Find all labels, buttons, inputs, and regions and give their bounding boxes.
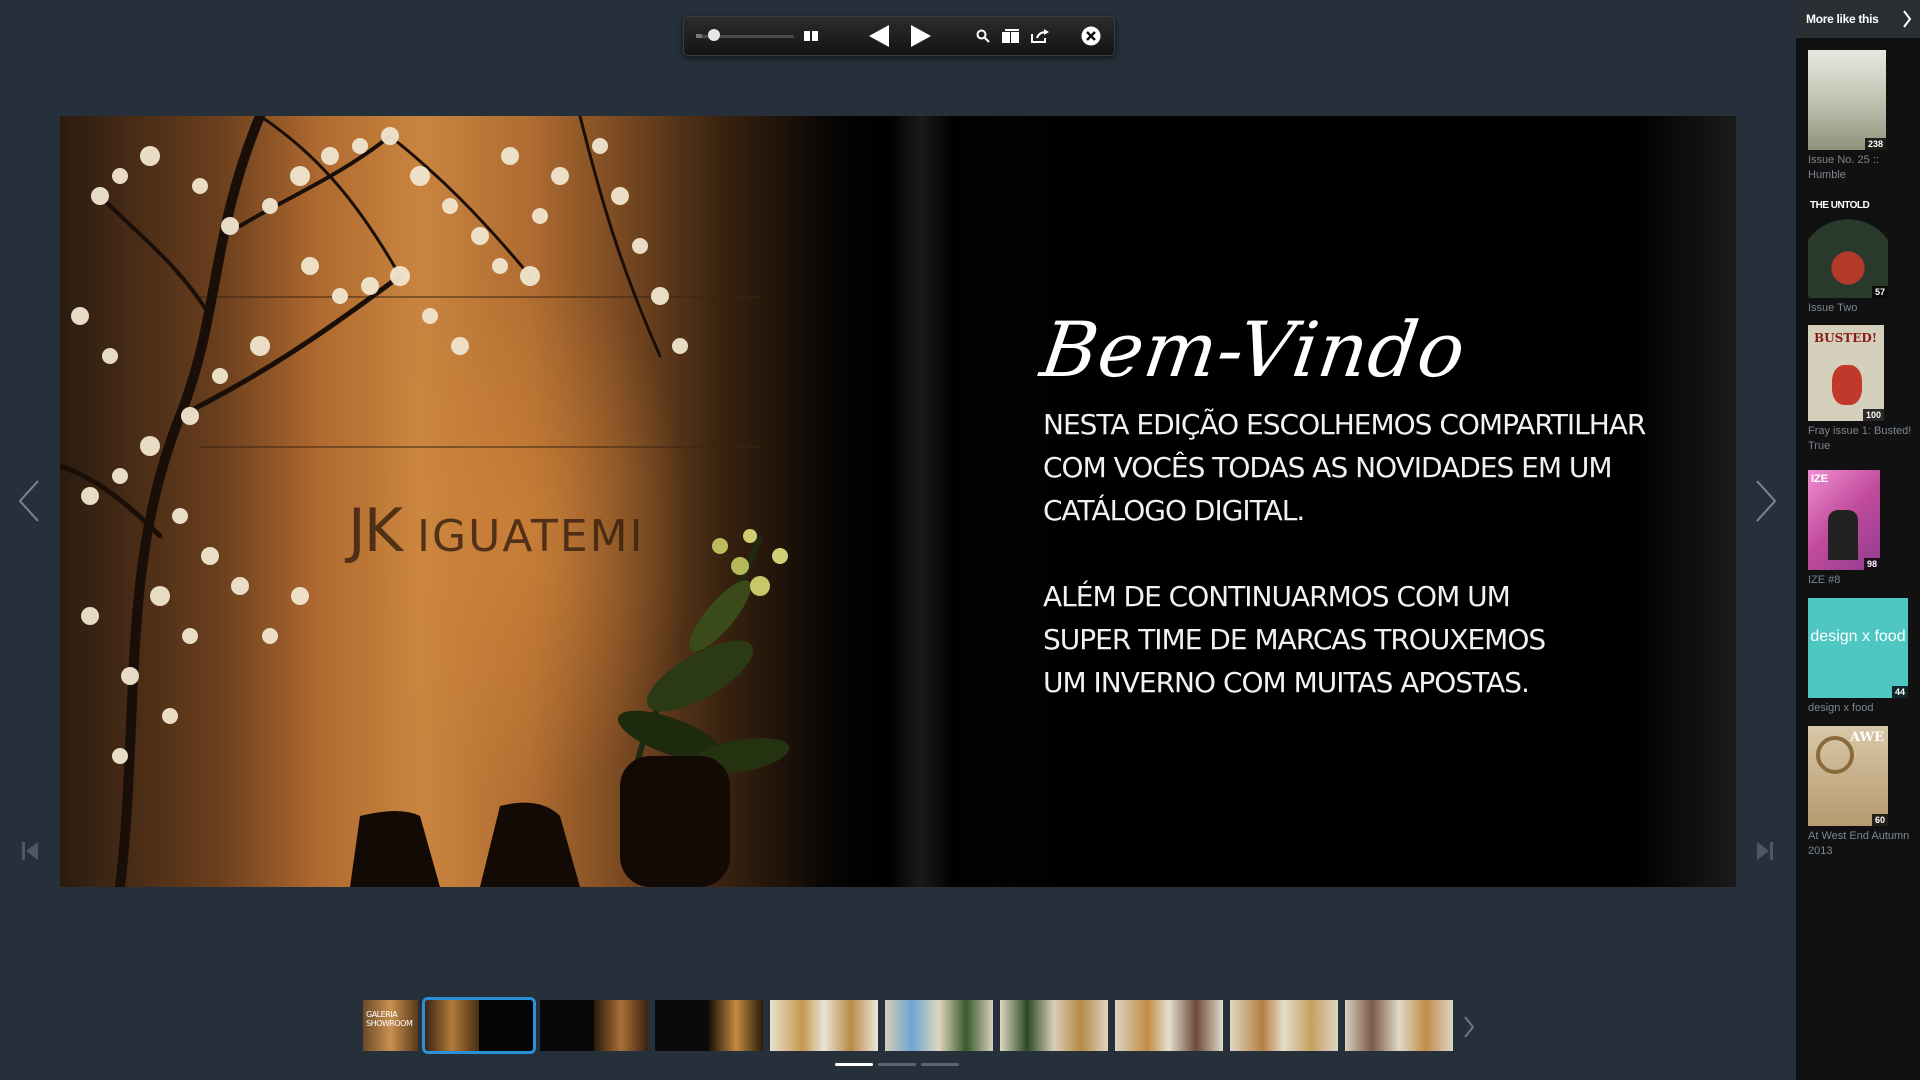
recommendation-item[interactable]: BUSTED! 100 Fray issue 1: Busted! True — [1808, 325, 1912, 454]
more-like-this-title: More like this — [1806, 12, 1879, 26]
thumbnail-page — [655, 1000, 709, 1051]
pagination-dot[interactable] — [921, 1063, 959, 1066]
recommendation-cover: 238 — [1808, 50, 1886, 150]
recommendation-cover: BUSTED! 100 — [1808, 325, 1884, 421]
next-page-icon — [911, 25, 931, 47]
previous-page-button[interactable] — [864, 17, 894, 55]
search-icon — [976, 29, 990, 43]
intro-line: CATÁLOGO DIGITAL. — [1043, 494, 1305, 527]
recommendation-title: IZE #8 — [1808, 574, 1841, 586]
recommendation-cover-art — [1832, 365, 1862, 405]
first-page-icon[interactable] — [22, 842, 38, 860]
thumbnail-spread[interactable] — [655, 1000, 763, 1051]
thumbnail-spread[interactable] — [540, 1000, 648, 1051]
recommendation-page-count: 98 — [1863, 558, 1880, 570]
zoom-slider-handle[interactable] — [708, 29, 720, 41]
grid-icon — [804, 31, 818, 41]
pages-overview-button[interactable] — [999, 17, 1023, 55]
recommendation-cover-art — [1828, 510, 1858, 560]
second-line: UM INVERNO COM MUITAS APOSTAS. — [1043, 666, 1530, 699]
thumbnail-page — [425, 1000, 479, 1051]
grid-view-button[interactable] — [799, 17, 823, 55]
recommendation-page-count: 238 — [1864, 138, 1886, 150]
thumbnail-current-spread[interactable] — [422, 997, 536, 1054]
welcome-headline: Bem-Vindo — [1035, 305, 1472, 394]
recommendation-cover-art — [1816, 736, 1854, 774]
recommendation-page-count: 57 — [1871, 286, 1888, 298]
intro-paragraph: NESTA EDIÇÃO ESCOLHEMOS COMPARTILHAR COM… — [1043, 403, 1663, 532]
recommendation-page-count: 100 — [1862, 409, 1884, 421]
thumbnail-spread[interactable] — [770, 1000, 878, 1051]
thumbnail-spread[interactable] — [1115, 1000, 1223, 1051]
close-button[interactable] — [1079, 17, 1103, 55]
share-button[interactable] — [1028, 17, 1052, 55]
recommendation-title: At West End Autumn 2013 — [1808, 830, 1910, 857]
thumbnail-pagination — [835, 1063, 959, 1066]
share-icon — [1031, 29, 1049, 43]
thumbnail-cover-label: GALERIA SHOWROOM — [366, 1010, 413, 1028]
second-line: ALÉM DE CONTINUARMOS COM UM — [1043, 580, 1511, 613]
recommendation-cover: THE UNTOLD 57 — [1808, 198, 1888, 298]
recommendation-item[interactable]: 238 Issue No. 25 :: Humble — [1808, 50, 1912, 183]
recommendation-title: Fray issue 1: Busted! True — [1808, 425, 1912, 452]
recommendation-item[interactable]: AWE 60 At West End Autumn 2013 — [1808, 726, 1912, 859]
more-like-this-sidebar: More like this 238 Issue No. 25 :: Humbl… — [1796, 0, 1920, 1080]
recommendation-item[interactable]: THE UNTOLD 57 Issue Two — [1808, 198, 1912, 316]
recommendation-title: Issue Two — [1808, 302, 1858, 314]
page-gutter-shadow — [800, 116, 1020, 887]
thumbnail-page — [540, 1000, 594, 1051]
thumbnail-page — [709, 1000, 763, 1051]
search-button[interactable] — [972, 17, 994, 55]
recommendation-cover: IZE 98 — [1808, 470, 1880, 570]
pagination-dot[interactable] — [878, 1063, 916, 1066]
last-page-icon[interactable] — [1757, 842, 1773, 860]
reader-toolbar — [683, 16, 1115, 56]
recommendation-page-count: 44 — [1891, 686, 1908, 698]
recommendation-cover: design x food 44 — [1808, 598, 1908, 698]
more-like-this-header[interactable]: More like this — [1796, 0, 1920, 38]
recommendation-cover-text: AWE — [1850, 730, 1884, 745]
close-icon — [1081, 26, 1101, 46]
left-page-photo: JK IGUATEMI — [60, 116, 898, 887]
chevron-right-icon — [1903, 10, 1912, 28]
thumbnails-next-icon[interactable] — [1463, 1016, 1475, 1038]
previous-spread-arrow-icon[interactable] — [18, 480, 40, 522]
intro-line: COM VOCÊS TODAS AS NOVIDADES EM UM — [1043, 451, 1613, 484]
recommendation-title: design x food — [1808, 702, 1874, 714]
recommendation-page-count: 60 — [1871, 814, 1888, 826]
thumbnail-spread[interactable] — [1345, 1000, 1453, 1051]
thumbnail-spread[interactable] — [1000, 1000, 1108, 1051]
recommendation-cover-text: BUSTED! — [1814, 331, 1878, 345]
pages-icon — [1002, 29, 1019, 43]
thumbnail-cover[interactable]: GALERIA SHOWROOM — [363, 1000, 418, 1051]
recommendation-cover-text: design x food — [1810, 628, 1906, 645]
recommendation-cover-text: THE UNTOLD — [1810, 200, 1870, 211]
prev-page-icon — [869, 25, 889, 47]
thumbnail-page — [479, 1000, 533, 1051]
recommendation-item[interactable]: IZE 98 IZE #8 — [1808, 470, 1912, 588]
recommendation-title: Issue No. 25 :: Humble — [1808, 154, 1879, 181]
second-line: SUPER TIME DE MARCAS TROUXEMOS — [1043, 623, 1546, 656]
second-paragraph: ALÉM DE CONTINUARMOS COM UM SUPER TIME D… — [1043, 575, 1663, 704]
thumbnail-spread[interactable] — [1230, 1000, 1338, 1051]
intro-line: NESTA EDIÇÃO ESCOLHEMOS COMPARTILHAR — [1043, 408, 1646, 441]
thumbnail-spread[interactable] — [885, 1000, 993, 1051]
recommendation-cover-text: IZE — [1811, 473, 1829, 485]
next-spread-arrow-icon[interactable] — [1755, 480, 1777, 522]
pagination-dot[interactable] — [835, 1063, 873, 1066]
recommendation-cover: AWE 60 — [1808, 726, 1888, 826]
blossom-branches-illustration — [60, 116, 790, 887]
thumbnail-page — [594, 1000, 648, 1051]
next-page-button[interactable] — [906, 17, 936, 55]
recommendation-item[interactable]: design x food 44 design x food — [1808, 598, 1912, 716]
